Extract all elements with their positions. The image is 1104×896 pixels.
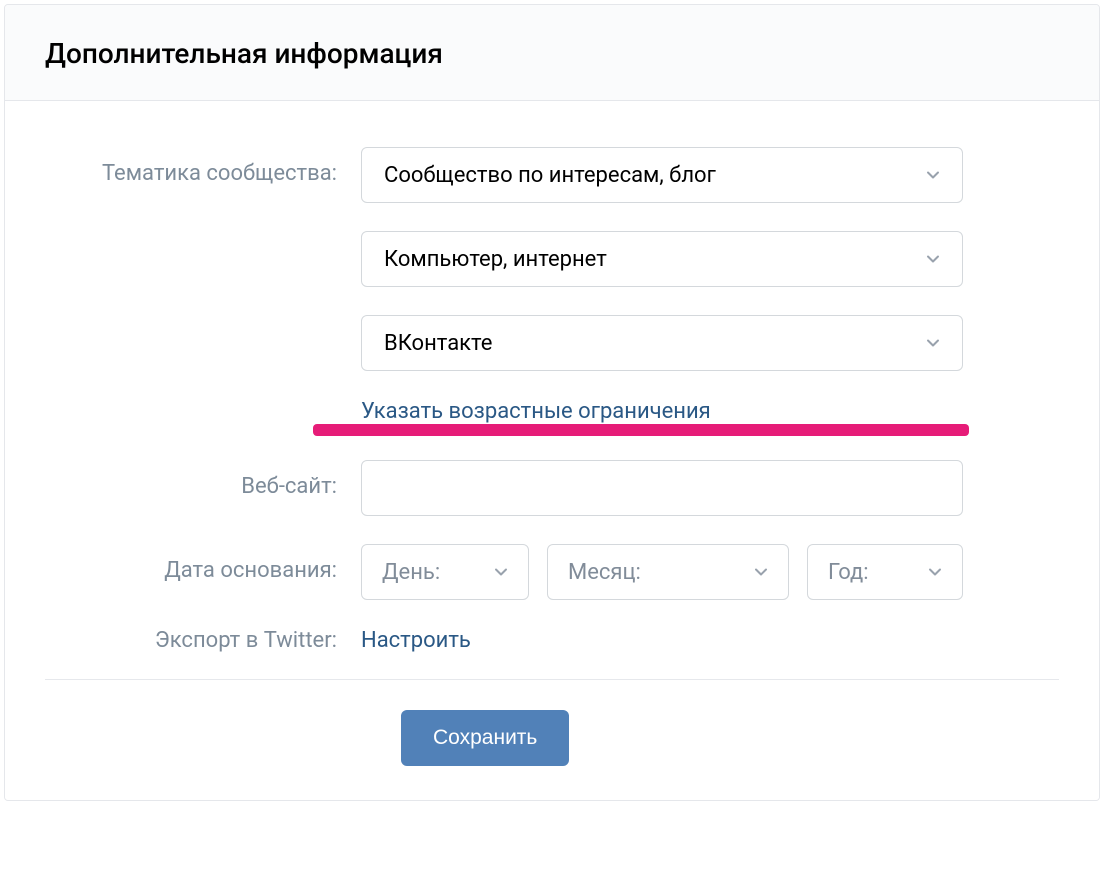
- chevron-down-icon: [750, 561, 772, 583]
- label-founded-date: Дата основания:: [45, 544, 361, 583]
- card-header: Дополнительная информация: [5, 5, 1099, 101]
- topic-tertiary-select[interactable]: ВКонтакте: [361, 315, 963, 371]
- website-input[interactable]: [361, 460, 963, 516]
- topic-primary-value: Сообщество по интересам, блог: [384, 163, 716, 188]
- settings-card: Дополнительная информация Тематика сообщ…: [4, 4, 1100, 801]
- row-twitter-export: Экспорт в Twitter: Настроить: [45, 628, 1059, 653]
- founded-month-select[interactable]: Месяц:: [547, 544, 789, 600]
- topic-controls: Сообщество по интересам, блог Компьютер,…: [361, 147, 963, 430]
- chevron-down-icon: [922, 248, 944, 270]
- footer-actions: Сохранить: [45, 710, 1059, 766]
- label-twitter-export: Экспорт в Twitter:: [45, 628, 361, 653]
- row-website: Веб-сайт:: [45, 460, 1059, 516]
- topic-primary-select[interactable]: Сообщество по интересам, блог: [361, 147, 963, 203]
- founded-day-select[interactable]: День:: [361, 544, 529, 600]
- chevron-down-icon: [924, 561, 946, 583]
- page-title: Дополнительная информация: [45, 37, 1059, 70]
- divider: [45, 679, 1059, 680]
- chevron-down-icon: [922, 332, 944, 354]
- save-button[interactable]: Сохранить: [401, 710, 569, 766]
- highlight-annotation: [313, 424, 969, 436]
- row-founded-date: Дата основания: День: Месяц:: [45, 544, 1059, 600]
- topic-secondary-select[interactable]: Компьютер, интернет: [361, 231, 963, 287]
- twitter-configure-link[interactable]: Настроить: [361, 628, 471, 653]
- label-community-topic: Тематика сообщества:: [45, 147, 361, 186]
- topic-tertiary-value: ВКонтакте: [384, 331, 492, 356]
- chevron-down-icon: [922, 164, 944, 186]
- topic-secondary-value: Компьютер, интернет: [384, 247, 607, 272]
- age-restriction-wrap: Указать возрастные ограничения: [361, 399, 963, 430]
- label-website: Веб-сайт:: [45, 460, 361, 499]
- founded-month-placeholder: Месяц:: [568, 560, 641, 585]
- founded-day-placeholder: День:: [382, 560, 440, 585]
- founded-year-placeholder: Год:: [828, 560, 869, 585]
- chevron-down-icon: [490, 561, 512, 583]
- age-restriction-link[interactable]: Указать возрастные ограничения: [361, 399, 711, 424]
- card-body: Тематика сообщества: Сообщество по интер…: [5, 101, 1099, 800]
- founded-year-select[interactable]: Год:: [807, 544, 963, 600]
- row-community-topic: Тематика сообщества: Сообщество по интер…: [45, 147, 1059, 430]
